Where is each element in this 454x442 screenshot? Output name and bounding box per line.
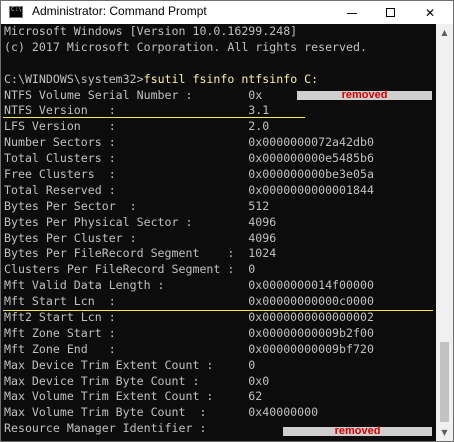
console-line: Mft Start Lcn : 0x00000000000c0000 bbox=[4, 294, 374, 309]
maximize-icon bbox=[385, 8, 395, 17]
console-output[interactable]: Microsoft Windows [Version 10.0.16299.24… bbox=[1, 24, 436, 441]
console-line: Total Reserved : 0x0000000000001844 bbox=[4, 182, 374, 197]
scroll-up-arrow-icon[interactable]: ▲ bbox=[436, 24, 453, 41]
console-line: Clusters Per FileRecord Segment : 0 bbox=[4, 262, 256, 277]
console-line: Bytes Per Cluster : 4096 bbox=[4, 230, 277, 245]
console-line: Microsoft Windows [Version 10.0.16299.24… bbox=[4, 24, 298, 38]
console-line: Mft2 Start Lcn : 0x0000000000000002 bbox=[4, 310, 374, 325]
highlight-underline bbox=[3, 117, 305, 118]
console-line: (c) 2017 Microsoft Corporation. All righ… bbox=[4, 39, 367, 54]
highlight-underline bbox=[3, 310, 433, 311]
console-line: Mft Zone End : 0x00000000009bf720 bbox=[4, 341, 374, 356]
console-line: Max Volume Trim Extent Count : 62 bbox=[4, 389, 263, 404]
scroll-down-arrow-icon[interactable]: ▼ bbox=[436, 424, 453, 441]
title-bar[interactable]: C:\ Administrator: Command Prompt ✕ bbox=[1, 1, 453, 24]
vertical-scrollbar[interactable]: ▲ ▼ bbox=[436, 24, 453, 441]
console-lines: Microsoft Windows [Version 10.0.16299.24… bbox=[4, 24, 374, 437]
command-prompt-window: C:\ Administrator: Command Prompt ✕ Micr… bbox=[0, 0, 454, 442]
console-line: Bytes Per FileRecord Segment : 1024 bbox=[4, 246, 277, 261]
console-line: Bytes Per Physical Sector : 4096 bbox=[4, 214, 277, 229]
close-icon: ✕ bbox=[424, 5, 436, 20]
redaction-box: removed bbox=[283, 425, 432, 437]
redaction-label: removed bbox=[341, 89, 388, 101]
minimize-button[interactable] bbox=[335, 1, 369, 24]
console-line: Number Sectors : 0x0000000072a42db0 bbox=[4, 135, 374, 150]
console-line: Max Device Trim Byte Count : 0x0 bbox=[4, 373, 270, 388]
console-line: Max Device Trim Extent Count : 0 bbox=[4, 357, 256, 372]
console-line: LFS Version : 2.0 bbox=[4, 119, 270, 134]
minimize-icon bbox=[347, 12, 357, 14]
redaction-box: removed bbox=[297, 89, 432, 101]
command-line: C:\WINDOWS\system32>fsutil fsinfo ntfsin… bbox=[4, 72, 374, 88]
console-line: Mft Valid Data Length : 0x0000000014f000… bbox=[4, 278, 374, 293]
console-line: Max Volume Trim Byte Count : 0x40000000 bbox=[4, 405, 319, 420]
maximize-button[interactable] bbox=[373, 1, 407, 24]
window-title: Administrator: Command Prompt bbox=[32, 4, 207, 18]
redaction-label: removed bbox=[334, 425, 381, 437]
console-line: Mft Zone Start : 0x00000000009b2f00 bbox=[4, 325, 374, 340]
console-line: Total Clusters : 0x000000000e5485b6 bbox=[4, 151, 374, 166]
command-text: fsutil fsinfo ntfsinfo C: bbox=[143, 71, 319, 86]
scrollbar-thumb[interactable] bbox=[440, 342, 449, 422]
cmd-app-icon[interactable]: C:\ bbox=[9, 6, 23, 18]
console-line: Bytes Per Sector : 512 bbox=[4, 198, 270, 213]
console-line: Free Clusters : 0x000000000be3e05a bbox=[4, 167, 374, 182]
prompt-text: C:\WINDOWS\system32> bbox=[4, 71, 144, 86]
close-button[interactable]: ✕ bbox=[413, 1, 447, 24]
